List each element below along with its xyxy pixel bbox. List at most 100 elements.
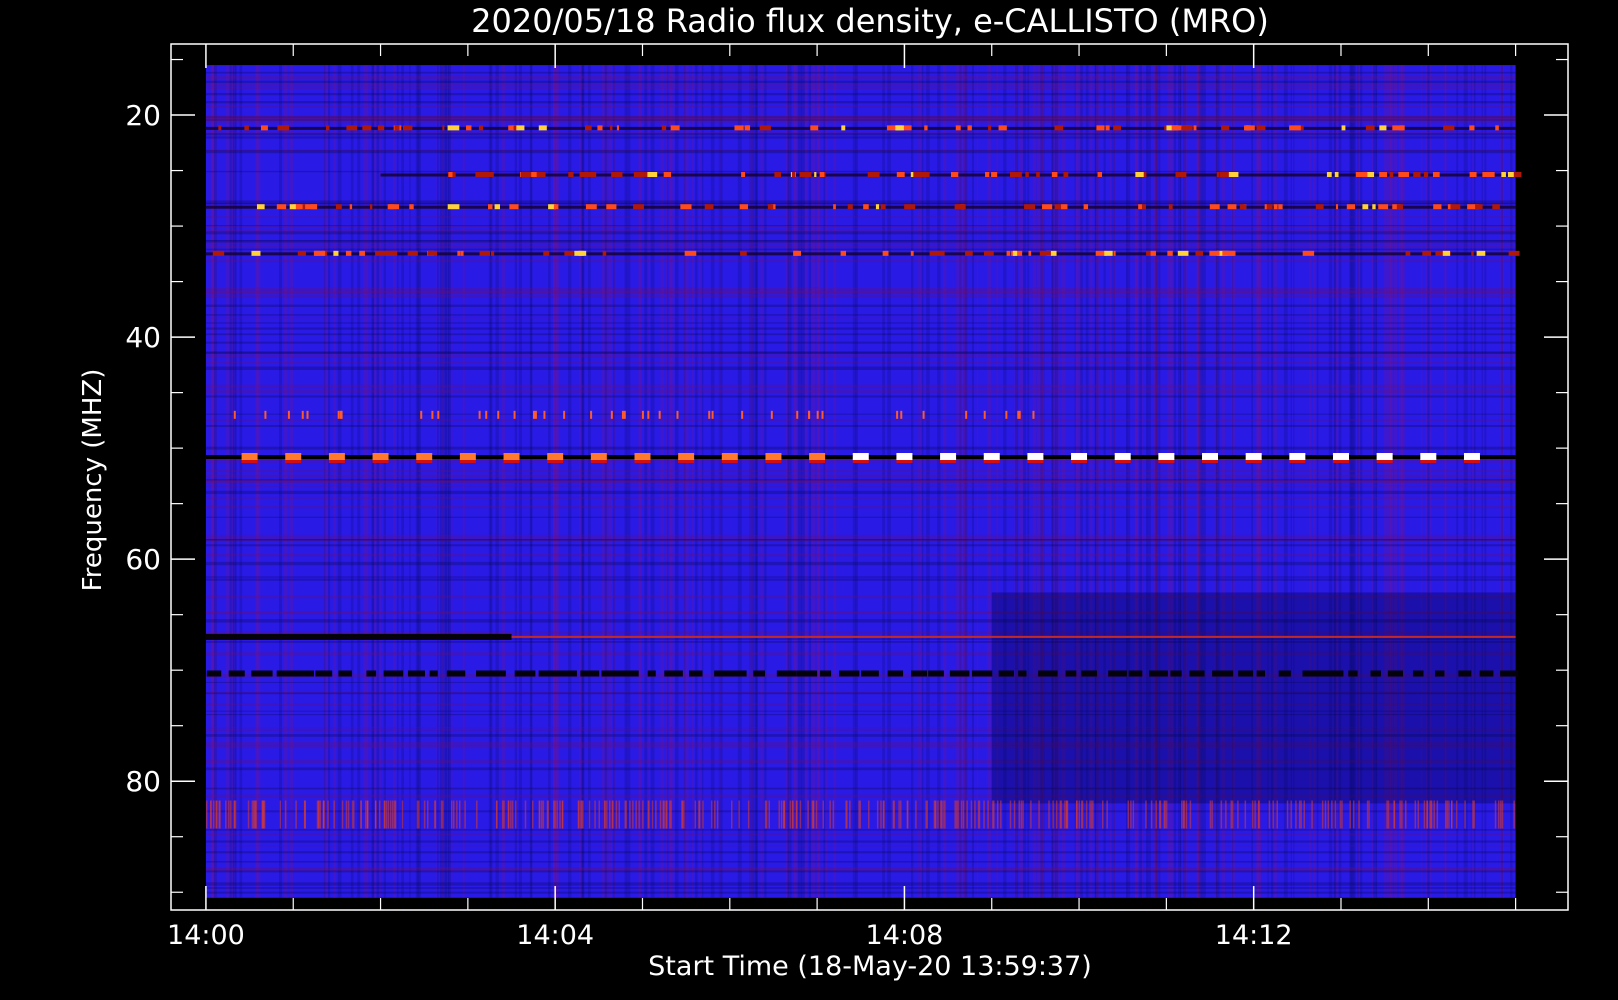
band-dark-dash: [1065, 670, 1077, 677]
band-dash: [852, 453, 869, 461]
band-hotspot: [1222, 250, 1235, 256]
band-tick: [816, 410, 819, 419]
band-base: [380, 173, 1516, 177]
band-hotspot: [428, 250, 438, 256]
band-dark-dash: [1435, 670, 1445, 677]
band-stripe: [1451, 800, 1453, 829]
band-hotspot: [385, 250, 395, 256]
band-stripe: [1076, 800, 1078, 829]
band-stripe: [1303, 800, 1306, 829]
band-hotspot: [1135, 172, 1144, 178]
band-hotspot: [509, 204, 519, 210]
band-hotspot: [1024, 204, 1036, 210]
band-dark-dash: [839, 670, 860, 677]
band-dark-dash: [294, 670, 315, 677]
band-stripe: [1130, 800, 1132, 829]
band-stripe: [556, 800, 558, 829]
band-dash: [1114, 453, 1131, 461]
band-stripe: [1298, 800, 1301, 829]
band-dark-dash: [1500, 670, 1519, 677]
band-stripe: [915, 800, 917, 829]
band-stripe: [476, 800, 478, 829]
band-hotspot: [359, 250, 365, 256]
band-hotspot: [457, 250, 461, 256]
band-hotspot: [1171, 125, 1180, 131]
band-stripe: [452, 800, 455, 829]
band-stripe: [511, 800, 514, 829]
band-dash-edge: [285, 460, 302, 464]
band-hotspot: [466, 125, 472, 131]
band-stripe: [937, 800, 939, 829]
band-hotspot: [1405, 250, 1411, 256]
noise-band: [205, 216, 1516, 218]
band-stripe: [1078, 800, 1081, 829]
band-stripe: [598, 800, 600, 829]
noise-band: [205, 333, 1516, 336]
noise-band: [205, 120, 1516, 123]
band-stripe: [426, 800, 429, 829]
band-hotspot: [1036, 172, 1040, 178]
band-hotspot: [991, 172, 998, 178]
band-stripe: [962, 800, 965, 829]
band-dash: [416, 453, 433, 461]
band-stripe: [451, 800, 453, 829]
band-stripe: [618, 800, 620, 829]
band-hotspot: [1195, 250, 1204, 256]
band-dash-edge: [721, 460, 738, 464]
band-hotspot: [276, 204, 287, 210]
band-stripe: [539, 800, 541, 829]
band-stripe: [858, 800, 860, 829]
band-stripe: [1106, 800, 1108, 829]
band-hotspot: [256, 204, 265, 210]
band-hotspot: [791, 172, 796, 178]
band-dark-dash: [1018, 670, 1027, 677]
band-stripe: [1286, 800, 1289, 829]
band-tick: [922, 410, 925, 419]
band-stripe: [1020, 800, 1023, 829]
band-stripe: [604, 800, 606, 829]
band-hotspot: [321, 250, 326, 256]
band-stripe: [1324, 800, 1327, 829]
noise-band: [205, 75, 1516, 80]
band-stripe: [702, 800, 704, 829]
band-hotspot: [1450, 204, 1461, 210]
x-tick-label: 14:04: [516, 920, 594, 951]
band-stripe: [524, 800, 527, 829]
band-hotspot: [1097, 172, 1103, 178]
band-stripe: [683, 800, 685, 829]
band-hotspot: [1193, 125, 1197, 131]
band-hotspot: [513, 125, 517, 131]
band-stripe: [383, 800, 386, 829]
band-dark-dash: [1081, 670, 1097, 677]
band-hotspot: [1278, 204, 1283, 210]
band-stripe: [1399, 800, 1401, 829]
band-hotspot: [579, 172, 591, 178]
band-dash-edge: [1158, 460, 1175, 464]
band-hotspot: [584, 125, 592, 131]
band-hotspot: [578, 250, 587, 256]
band-hotspot: [1443, 125, 1455, 131]
band-stripe: [503, 800, 505, 829]
band-hotspot: [647, 172, 658, 178]
band-hotspot: [480, 172, 486, 178]
band-dark-dash: [1370, 670, 1381, 677]
band-stripe: [694, 800, 697, 829]
band-stripe: [233, 800, 236, 829]
noise-band: [205, 860, 1516, 863]
band-hotspot: [882, 250, 889, 256]
band-dark-dash: [819, 670, 832, 677]
band-stripe: [716, 800, 719, 829]
noise-band: [205, 341, 1516, 344]
band-hotspot: [306, 204, 318, 210]
band-hotspot: [1104, 250, 1113, 256]
noise-band: [205, 83, 1516, 87]
band-stripe: [1145, 800, 1147, 829]
band-dark-dash: [949, 670, 970, 677]
band-dark-dash: [1170, 670, 1182, 677]
band-stripe: [849, 800, 851, 829]
band-dark-dash: [647, 670, 656, 677]
band-stripe: [1150, 800, 1153, 829]
band-stripe: [317, 800, 320, 829]
band-dash-edge: [1332, 460, 1349, 464]
band-stripe: [1066, 800, 1068, 829]
